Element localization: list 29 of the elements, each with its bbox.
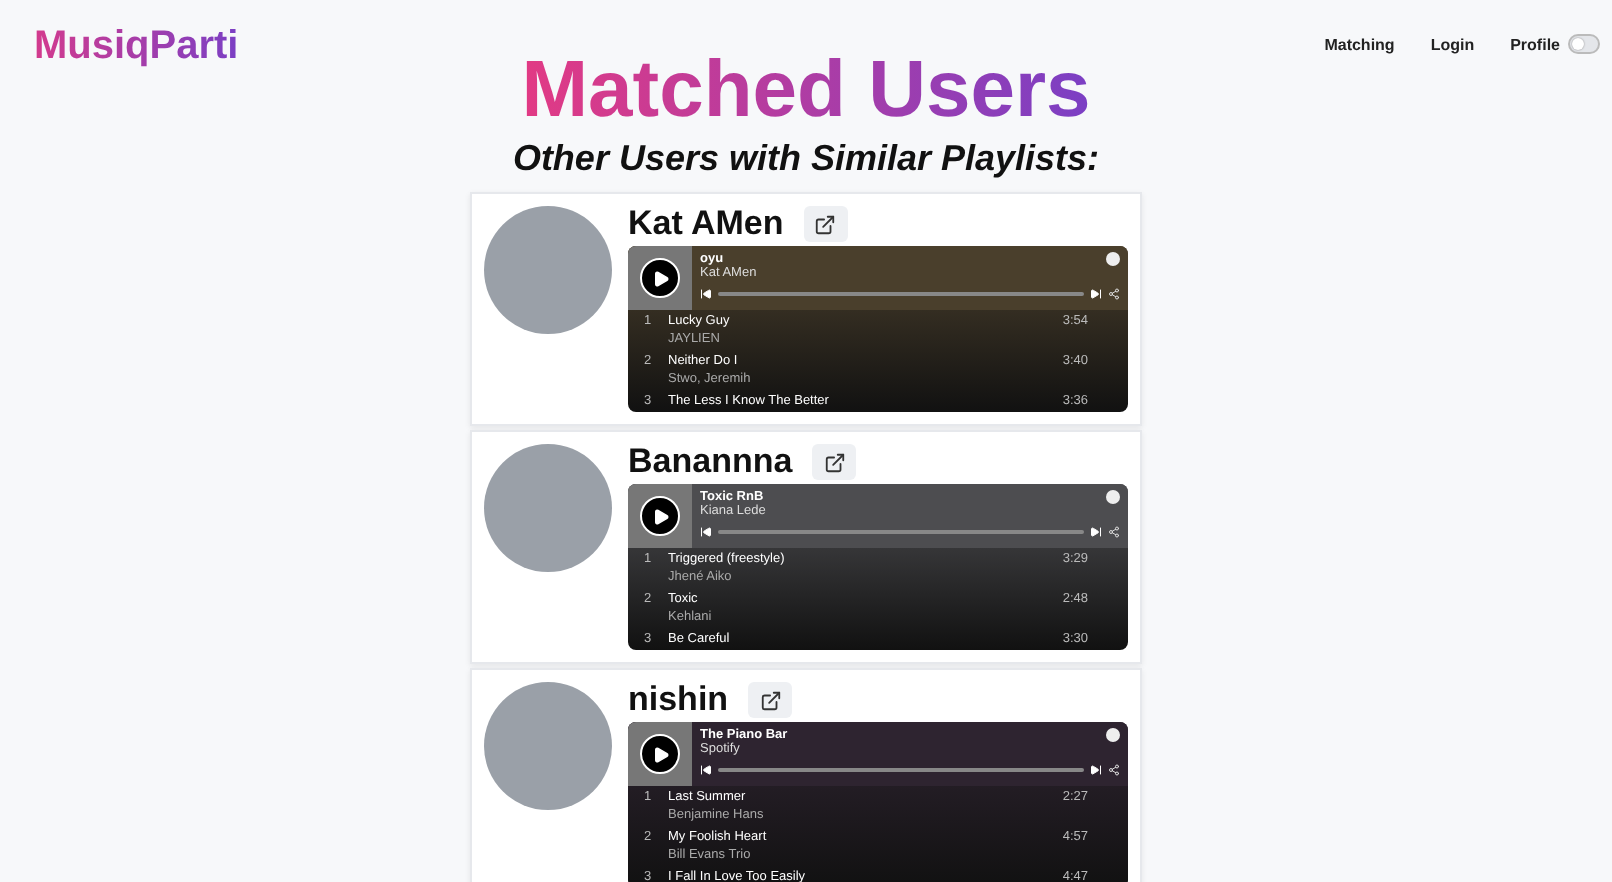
play-button[interactable] <box>640 496 680 536</box>
external-link-icon <box>823 451 846 473</box>
external-link-icon <box>814 213 837 235</box>
external-link-button[interactable] <box>812 444 857 480</box>
previous-icon[interactable] <box>700 288 712 300</box>
share-icon[interactable] <box>1108 288 1120 300</box>
page-subtitle: Other Users with Similar Playlists: <box>512 136 1100 180</box>
share-icon[interactable] <box>1108 764 1120 776</box>
play-icon <box>651 745 669 763</box>
play-button[interactable] <box>640 734 680 774</box>
play-button[interactable] <box>640 258 680 298</box>
play-icon <box>651 269 669 287</box>
user-name: Banannna <box>628 442 793 482</box>
nav-link[interactable]: Matching <box>1324 35 1395 53</box>
next-icon[interactable] <box>1090 764 1102 776</box>
external-link-button[interactable] <box>803 206 848 242</box>
user-name: Kat AMen <box>628 204 784 244</box>
share-icon[interactable] <box>1108 526 1120 538</box>
next-icon[interactable] <box>1090 288 1102 300</box>
external-link-button[interactable] <box>748 682 793 718</box>
previous-icon[interactable] <box>700 526 712 538</box>
nav-link[interactable]: Profile <box>1510 35 1560 53</box>
nav-link[interactable]: Login <box>1430 35 1475 53</box>
theme-switch[interactable] <box>1568 34 1600 54</box>
external-link-icon <box>759 689 782 711</box>
next-icon[interactable] <box>1090 526 1102 538</box>
previous-icon[interactable] <box>700 764 712 776</box>
play-icon <box>651 507 669 525</box>
user-name: nishin <box>628 680 729 720</box>
